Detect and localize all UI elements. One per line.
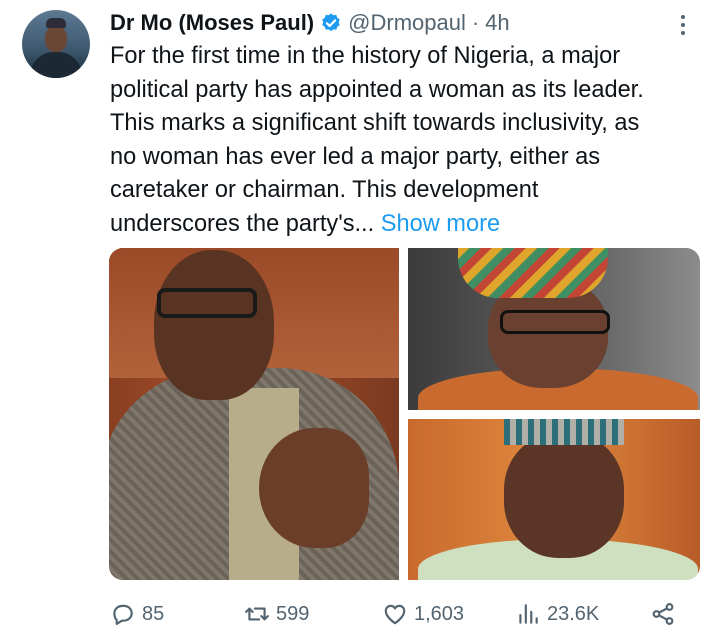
retweet-count: 599 (276, 602, 310, 625)
tweet-line: This marks a significant shift towards i… (110, 110, 640, 137)
author-name[interactable]: Dr Mo (Moses Paul) (110, 10, 314, 36)
action-bar: 85 599 1,603 23.6K (110, 596, 690, 632)
tweet-line-truncated: underscores the party's... (110, 210, 375, 237)
retweet-button[interactable]: 599 (244, 596, 309, 632)
author-handle[interactable]: @Drmopaul (348, 10, 466, 36)
like-button[interactable]: 1,603 (382, 596, 464, 632)
tweet-text: For the first time in the history of Nig… (110, 40, 710, 242)
photo-man-glasses-gesturing[interactable] (109, 248, 399, 580)
avatar[interactable] (22, 10, 90, 78)
tweet[interactable]: Dr Mo (Moses Paul) @Drmopaul · 4h For th… (0, 0, 719, 642)
views-icon (519, 604, 538, 624)
show-more-link[interactable]: Show more (381, 211, 500, 237)
share-icon (652, 603, 674, 625)
more-options-icon[interactable] (676, 12, 690, 38)
timestamp[interactable]: 4h (485, 10, 509, 36)
tweet-line: political party has appointed a woman as… (110, 76, 644, 103)
reply-button[interactable]: 85 (110, 596, 164, 632)
header-separator: · (471, 10, 480, 35)
tweet-line: For the first time in the history of Nig… (110, 43, 621, 69)
photo-woman-headwrap-glasses[interactable] (408, 248, 700, 410)
photo-man-cap-smiling[interactable] (408, 419, 700, 580)
retweet-icon (245, 607, 269, 621)
views-button[interactable]: 23.6K (515, 596, 599, 632)
views-count: 23.6K (547, 602, 600, 625)
tweet-last-line: underscores the party's... Show more (110, 208, 710, 242)
verified-badge-icon (322, 13, 340, 32)
share-button[interactable] (650, 596, 682, 632)
tweet-line: caretaker or chairman. This development (110, 177, 539, 204)
media-grid (109, 248, 700, 580)
like-icon (384, 604, 406, 625)
tweet-line: no woman has ever led a major party, eit… (110, 143, 601, 170)
tweet-header: Dr Mo (Moses Paul) @Drmopaul · 4h (110, 6, 510, 40)
like-count: 1,603 (414, 602, 465, 625)
reply-count: 85 (142, 602, 165, 625)
reply-icon (113, 604, 133, 626)
